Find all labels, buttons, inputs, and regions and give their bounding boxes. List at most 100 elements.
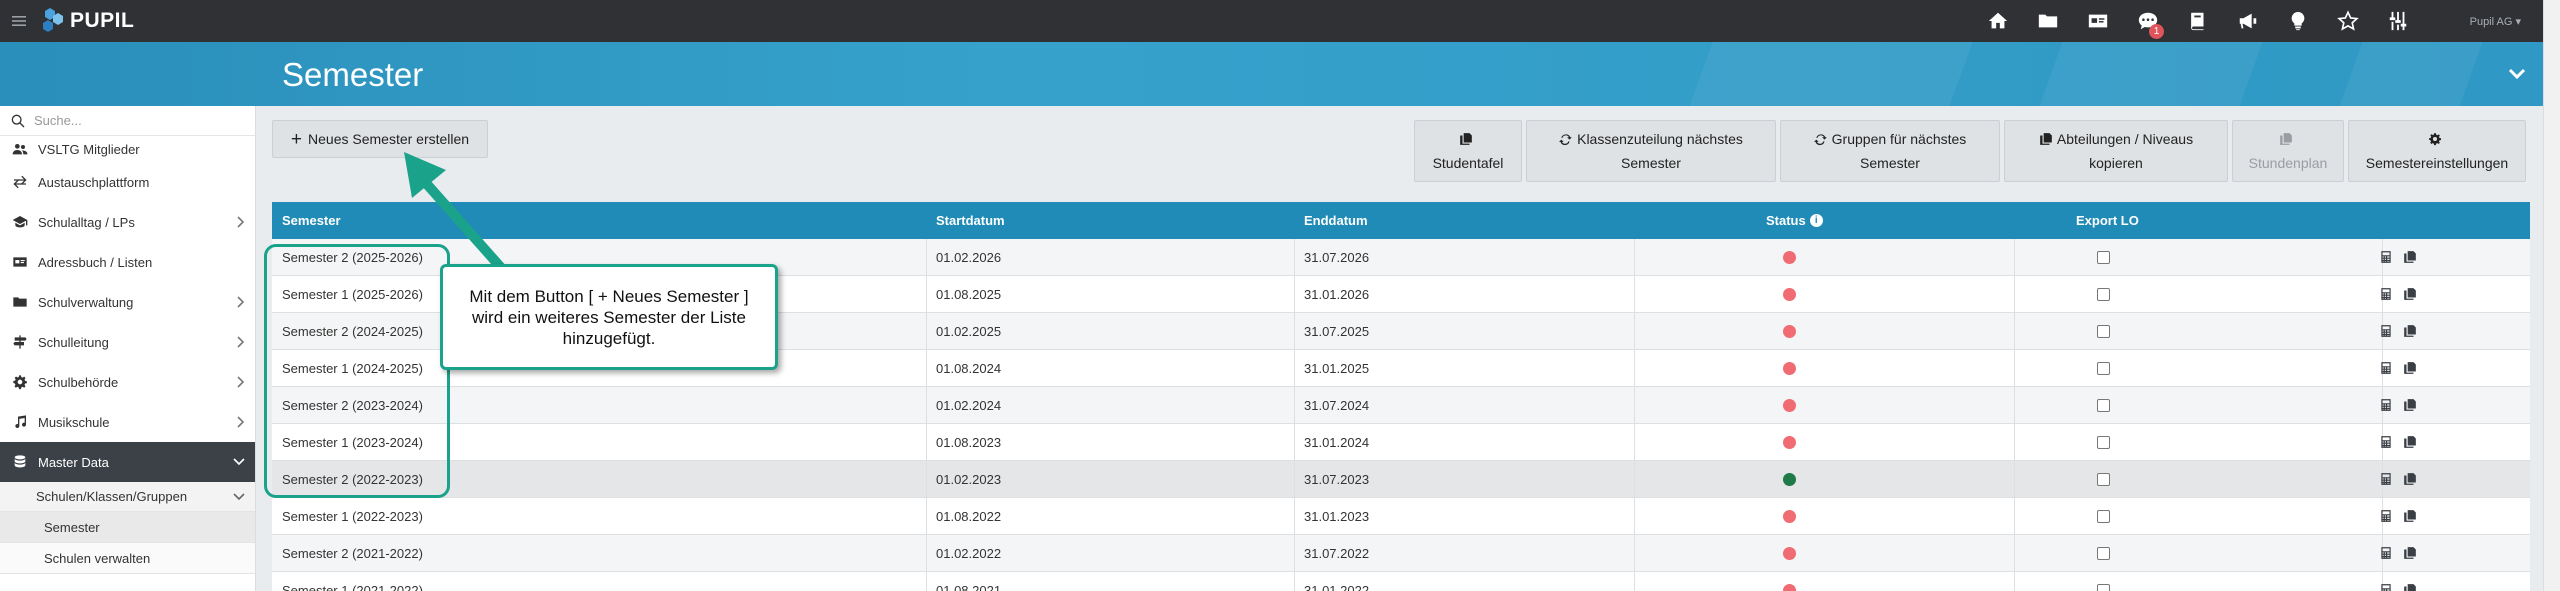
abteilungen-kopieren-button[interactable]: Abteilungen / Niveaus kopieren bbox=[2004, 120, 2228, 182]
export-lo-checkbox[interactable] bbox=[2097, 546, 2110, 560]
sidebar-subitem-label: Schulen verwalten bbox=[44, 550, 151, 566]
export-lo-checkbox[interactable] bbox=[2097, 583, 2110, 591]
col-semester[interactable]: Semester bbox=[282, 202, 341, 239]
calculator-icon[interactable] bbox=[2379, 324, 2393, 338]
export-lo-checkbox[interactable] bbox=[2097, 435, 2110, 449]
stundenplan-button[interactable]: Stundenplan bbox=[2232, 120, 2344, 182]
cell-enddatum: 31.07.2023 bbox=[1304, 471, 1370, 487]
export-lo-checkbox[interactable] bbox=[2097, 472, 2110, 486]
copy-icon[interactable] bbox=[2403, 287, 2417, 301]
calculator-icon[interactable] bbox=[2379, 583, 2393, 591]
column-divider bbox=[1294, 461, 1295, 497]
menu-toggle-icon[interactable] bbox=[0, 0, 38, 42]
cell-export-lo bbox=[2097, 239, 2110, 275]
col-status[interactable]: Status i bbox=[1766, 202, 1823, 239]
search-input[interactable]: Suche... bbox=[34, 113, 82, 128]
copy-icon[interactable] bbox=[2403, 435, 2417, 449]
copy-icon[interactable] bbox=[2403, 583, 2417, 591]
copy-icon[interactable] bbox=[2403, 509, 2417, 523]
export-lo-checkbox[interactable] bbox=[2097, 324, 2110, 338]
column-divider bbox=[2014, 350, 2015, 386]
export-lo-checkbox[interactable] bbox=[2097, 250, 2110, 264]
sidebar-item-schulverwaltung[interactable]: Schulverwaltung bbox=[0, 282, 255, 322]
sidebar-subgroup-schulen-klassen-gruppen[interactable]: Schulen/Klassen/Gruppen bbox=[0, 482, 255, 512]
export-lo-checkbox[interactable] bbox=[2097, 361, 2110, 375]
column-divider bbox=[1634, 239, 1635, 275]
star-icon[interactable] bbox=[2323, 0, 2373, 42]
table-row[interactable]: Semester 1 (2023-2024) 01.08.2023 31.01.20… bbox=[272, 424, 2530, 461]
column-divider bbox=[1294, 498, 1295, 534]
table-row[interactable]: Semester 1 (2022-2023) 01.08.2022 31.01.20… bbox=[272, 498, 2530, 535]
calculator-icon[interactable] bbox=[2379, 361, 2393, 375]
app-logo[interactable]: PUPIL bbox=[38, 6, 134, 36]
megaphone-icon[interactable] bbox=[2223, 0, 2273, 42]
sidebar-item-musikschule[interactable]: Musikschule bbox=[0, 402, 255, 442]
page-title: Semester bbox=[282, 56, 424, 93]
copy-icon[interactable] bbox=[2403, 472, 2417, 486]
table-row[interactable]: Semester 2 (2021-2022) 01.02.2022 31.07.20… bbox=[272, 535, 2530, 572]
user-menu[interactable]: Pupil AG ▾ bbox=[2470, 0, 2521, 42]
cell-status bbox=[1783, 572, 1796, 591]
col-startdatum[interactable]: Startdatum bbox=[936, 202, 1005, 239]
book-icon[interactable] bbox=[2173, 0, 2223, 42]
sidebar-search[interactable]: Suche... bbox=[0, 106, 255, 136]
folder-icon[interactable] bbox=[2023, 0, 2073, 42]
new-semester-button[interactable]: + Neues Semester erstellen bbox=[272, 120, 488, 158]
klassenzuteilung-button[interactable]: Klassenzuteilung nächstes Semester bbox=[1526, 120, 1776, 182]
status-dot bbox=[1783, 287, 1796, 301]
status-dot bbox=[1783, 250, 1796, 264]
table-row[interactable]: Semester 2 (2022-2023) 01.02.2023 31.07.20… bbox=[272, 461, 2530, 498]
column-divider bbox=[1634, 424, 1635, 460]
copy-icon[interactable] bbox=[2403, 324, 2417, 338]
stundenplan-label: Stundenplan bbox=[2248, 155, 2328, 171]
sidebar-subitem-semester[interactable]: Semester bbox=[0, 512, 255, 543]
cell-startdatum: 01.08.2021 bbox=[936, 582, 1002, 591]
sliders-icon[interactable] bbox=[2373, 0, 2423, 42]
calculator-icon[interactable] bbox=[2379, 287, 2393, 301]
chevron-down-icon[interactable] bbox=[2505, 62, 2529, 86]
column-divider bbox=[1634, 387, 1635, 423]
copy-icon[interactable] bbox=[2403, 546, 2417, 560]
copy-icon[interactable] bbox=[2403, 398, 2417, 412]
sidebar-item-schulleitung[interactable]: Schulleitung bbox=[0, 322, 255, 362]
calculator-icon[interactable] bbox=[2379, 435, 2393, 449]
calculator-icon[interactable] bbox=[2379, 398, 2393, 412]
column-divider bbox=[1294, 572, 1295, 591]
home-icon[interactable] bbox=[1973, 0, 2023, 42]
sidebar-item-master-data[interactable]: Master Data bbox=[0, 442, 255, 482]
lightbulb-icon[interactable] bbox=[2273, 0, 2323, 42]
sidebar-subitem-schulen-verwalten[interactable]: Schulen verwalten bbox=[0, 543, 255, 574]
calculator-icon[interactable] bbox=[2379, 509, 2393, 523]
col-enddatum[interactable]: Enddatum bbox=[1304, 202, 1368, 239]
studentafel-button[interactable]: Studentafel bbox=[1414, 120, 1522, 182]
column-divider bbox=[2014, 276, 2015, 312]
gruppen-naechstes-semester-button[interactable]: Gruppen für nächstes Semester bbox=[1780, 120, 2000, 182]
semestereinstellungen-button[interactable]: Semestereinstellungen bbox=[2348, 120, 2526, 182]
cell-actions bbox=[2374, 239, 2422, 275]
sidebar-item-vsltg-mitglieder[interactable]: VSLTG Mitglieder bbox=[0, 136, 255, 162]
calculator-icon[interactable] bbox=[2379, 250, 2393, 264]
table-row[interactable]: Semester 1 (2021-2022) 01.08.2021 31.01.20… bbox=[272, 572, 2530, 591]
export-lo-checkbox[interactable] bbox=[2097, 398, 2110, 412]
sidebar-item-austauschplattform[interactable]: Austauschplattform bbox=[0, 162, 255, 202]
column-divider bbox=[1634, 350, 1635, 386]
calculator-icon[interactable] bbox=[2379, 472, 2393, 486]
col-export-lo[interactable]: Export LO bbox=[2076, 202, 2139, 239]
copy-icon[interactable] bbox=[2403, 361, 2417, 375]
table-row[interactable]: Semester 2 (2023-2024) 01.02.2024 31.07.20… bbox=[272, 387, 2530, 424]
calculator-icon[interactable] bbox=[2379, 546, 2393, 560]
sidebar-item-adressbuch[interactable]: Adressbuch / Listen bbox=[0, 242, 255, 282]
copy-icon[interactable] bbox=[2403, 250, 2417, 264]
cell-status bbox=[1783, 387, 1796, 423]
col-status-label: Status bbox=[1766, 213, 1806, 228]
info-icon[interactable]: i bbox=[1809, 214, 1823, 227]
sidebar-item-schulbehoerde[interactable]: Schulbehörde bbox=[0, 362, 255, 402]
export-lo-checkbox[interactable] bbox=[2097, 509, 2110, 523]
chat-icon[interactable]: 1 bbox=[2123, 0, 2173, 42]
page-scrollbar[interactable] bbox=[2543, 0, 2560, 591]
address-card-icon[interactable] bbox=[2073, 0, 2123, 42]
sidebar-item-schulalltag[interactable]: Schulalltag / LPs bbox=[0, 202, 255, 242]
status-dot bbox=[1783, 324, 1796, 338]
export-lo-checkbox[interactable] bbox=[2097, 287, 2110, 301]
cell-semester: Semester 1 (2021-2022) bbox=[282, 582, 423, 591]
